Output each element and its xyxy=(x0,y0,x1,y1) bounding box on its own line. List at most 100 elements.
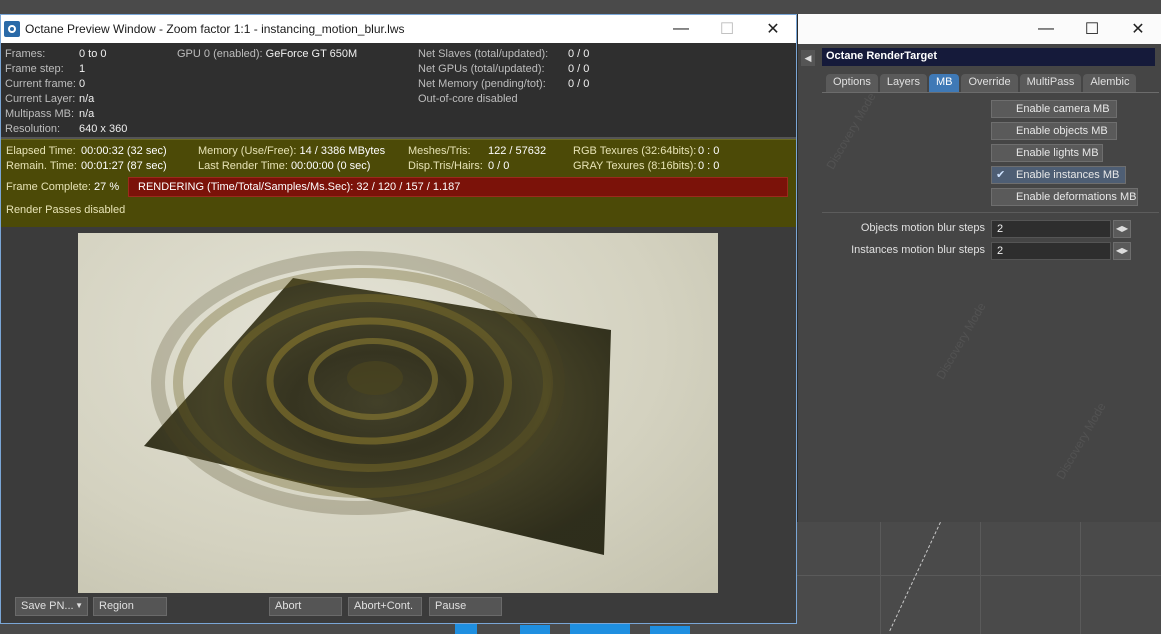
grid-line xyxy=(797,575,1161,576)
objects-steps-label: Objects motion blur steps xyxy=(860,222,985,234)
elapsed-time-value: 00:00:32 (32 sec) xyxy=(81,145,167,157)
enable-objects-mb-toggle[interactable]: Enable objects MB xyxy=(991,122,1117,140)
enable-instances-mb-toggle[interactable]: ✔ Enable instances MB xyxy=(991,166,1126,184)
watermark-text: Discovery Mode xyxy=(823,90,879,172)
resolution-label: Resolution: xyxy=(5,123,61,135)
multipass-value: n/a xyxy=(79,108,95,120)
render-info-panel: Frames: 0 to 0 Frame step: 1 Current fra… xyxy=(1,43,796,139)
enable-lights-mb-toggle[interactable]: Enable lights MB xyxy=(991,144,1103,162)
net-slaves-value: 0 / 0 xyxy=(568,48,590,60)
octane-preview-window: Octane Preview Window - Zoom factor 1:1 … xyxy=(0,14,797,624)
frames-label: Frames: xyxy=(5,48,46,60)
grid-line xyxy=(980,522,981,634)
toggle-label: Enable instances MB xyxy=(1016,169,1120,181)
save-format-label: Save PN... xyxy=(21,600,74,612)
instances-steps-label: Instances motion blur steps xyxy=(851,244,985,256)
viewport-object xyxy=(650,626,690,634)
rgb-textures-value: 0 : 0 xyxy=(698,145,720,157)
gray-textures-label: GRAY Texures (8:16bits): xyxy=(573,160,697,172)
camera-guide-line xyxy=(889,522,941,632)
tab-alembic[interactable]: Alembic xyxy=(1083,74,1137,92)
watermark-text: Discovery Mode xyxy=(933,300,989,382)
checkmark-icon: ✔ xyxy=(996,169,1006,181)
panel-divider xyxy=(822,212,1159,213)
close-button[interactable]: ✕ xyxy=(750,15,796,43)
panel-title-bar[interactable]: — ☐ ✕ xyxy=(798,14,1161,44)
chevron-down-icon: ▼ xyxy=(75,601,83,610)
meshes-value: 122 / 57632 xyxy=(488,145,547,157)
disp-tris-label: Disp.Tris/Hairs: xyxy=(408,160,483,172)
enable-camera-mb-toggle[interactable]: Enable camera MB xyxy=(991,100,1117,118)
preview-window-title: Octane Preview Window - Zoom factor 1:1 … xyxy=(25,22,405,36)
preview-title-bar[interactable]: Octane Preview Window - Zoom factor 1:1 … xyxy=(1,15,796,43)
abort-button[interactable]: Abort xyxy=(269,597,342,616)
current-layer-value: n/a xyxy=(79,93,95,105)
net-gpus-value: 0 / 0 xyxy=(568,63,590,75)
resolution-value: 640 x 360 xyxy=(79,123,128,135)
meshes-label: Meshes/Tris: xyxy=(408,145,471,157)
panel-minimize-button[interactable]: — xyxy=(1023,15,1069,43)
abort-continue-button[interactable]: Abort+Cont. xyxy=(348,597,422,616)
save-format-dropdown[interactable]: Save PN... ▼ xyxy=(15,597,88,616)
out-of-core-status: Out-of-core disabled xyxy=(418,93,518,105)
render-target-name[interactable]: Octane RenderTarget xyxy=(822,48,1155,66)
viewport-object xyxy=(570,624,630,634)
watermark-text: Discovery Mode xyxy=(1053,400,1109,482)
enable-deformations-mb-toggle[interactable]: Enable deformations MB xyxy=(991,188,1138,206)
memory-value: 14 / 3386 MBytes xyxy=(299,145,386,157)
remain-time-value: 00:01:27 (87 sec) xyxy=(81,160,167,172)
toggle-label: Enable objects MB xyxy=(1016,125,1108,137)
gpu-label: GPU 0 (enabled): xyxy=(177,48,263,60)
elapsed-time-label: Elapsed Time: xyxy=(6,145,76,157)
render-viewport[interactable] xyxy=(1,231,796,593)
frame-step-value: 1 xyxy=(79,63,86,75)
viewport-object xyxy=(455,624,477,634)
frames-value: 0 to 0 xyxy=(79,48,107,60)
pause-button[interactable]: Pause xyxy=(429,597,502,616)
grid-line xyxy=(880,522,881,634)
remain-time-label: Remain. Time: xyxy=(6,160,77,172)
current-layer-label: Current Layer: xyxy=(5,93,76,105)
render-passes-status: Render Passes disabled xyxy=(6,204,126,216)
tab-mb[interactable]: MB xyxy=(928,74,960,92)
frame-step-label: Frame step: xyxy=(5,63,64,75)
rendering-progress-bar: RENDERING (Time/Total/Samples/Ms.Sec): 3… xyxy=(128,177,788,197)
swirl-center xyxy=(347,361,403,395)
objects-steps-input[interactable]: 2 xyxy=(991,220,1111,238)
frame-complete-label: Frame Complete: xyxy=(6,181,91,193)
tab-divider xyxy=(822,92,1159,93)
tab-options[interactable]: Options xyxy=(826,74,878,92)
minimize-button[interactable]: — xyxy=(658,15,704,43)
tab-override[interactable]: Override xyxy=(961,74,1018,92)
panel-close-button[interactable]: ✕ xyxy=(1115,15,1161,43)
viewport-object xyxy=(520,625,550,634)
tab-multipass[interactable]: MultiPass xyxy=(1019,74,1082,92)
render-image-svg xyxy=(144,251,611,555)
multipass-label: Multipass MB: xyxy=(5,108,75,120)
collapse-arrow-icon[interactable]: ◀ xyxy=(801,50,815,66)
disp-tris-value: 0 / 0 xyxy=(488,160,510,172)
preview-button-bar: Save PN... ▼ Region Abort Abort+Cont. Pa… xyxy=(1,595,796,623)
tab-layers[interactable]: Layers xyxy=(879,74,927,92)
instances-steps-input[interactable]: 2 xyxy=(991,242,1111,260)
render-image xyxy=(78,233,718,593)
maximize-button[interactable]: ☐ xyxy=(704,15,750,43)
toggle-label: Enable deformations MB xyxy=(1016,191,1137,203)
net-gpus-label: Net GPUs (total/updated): xyxy=(418,63,545,75)
net-memory-value: 0 / 0 xyxy=(568,78,590,90)
panel-maximize-button[interactable]: ☐ xyxy=(1069,15,1115,43)
toggle-label: Enable lights MB xyxy=(1016,147,1099,159)
current-frame-label: Current frame: xyxy=(5,78,76,90)
grid-line xyxy=(1080,522,1081,634)
frame-complete-value: 27 % xyxy=(94,181,120,193)
render-target-tabs: Options Layers MB Override MultiPass Ale… xyxy=(826,74,1138,92)
memory-label: Memory (Use/Free): xyxy=(198,145,297,157)
objects-steps-stepper[interactable]: ◀▶ xyxy=(1113,220,1131,238)
render-target-panel: — ☐ ✕ ◀ Octane RenderTarget Options Laye… xyxy=(797,14,1161,522)
gray-textures-value: 0 : 0 xyxy=(698,160,720,172)
instances-steps-stepper[interactable]: ◀▶ xyxy=(1113,242,1131,260)
last-render-label: Last Render Time: xyxy=(198,160,288,172)
render-status-panel: Elapsed Time: 00:00:32 (32 sec) Remain. … xyxy=(1,139,796,227)
net-slaves-label: Net Slaves (total/updated): xyxy=(418,48,549,60)
region-button[interactable]: Region xyxy=(93,597,167,616)
